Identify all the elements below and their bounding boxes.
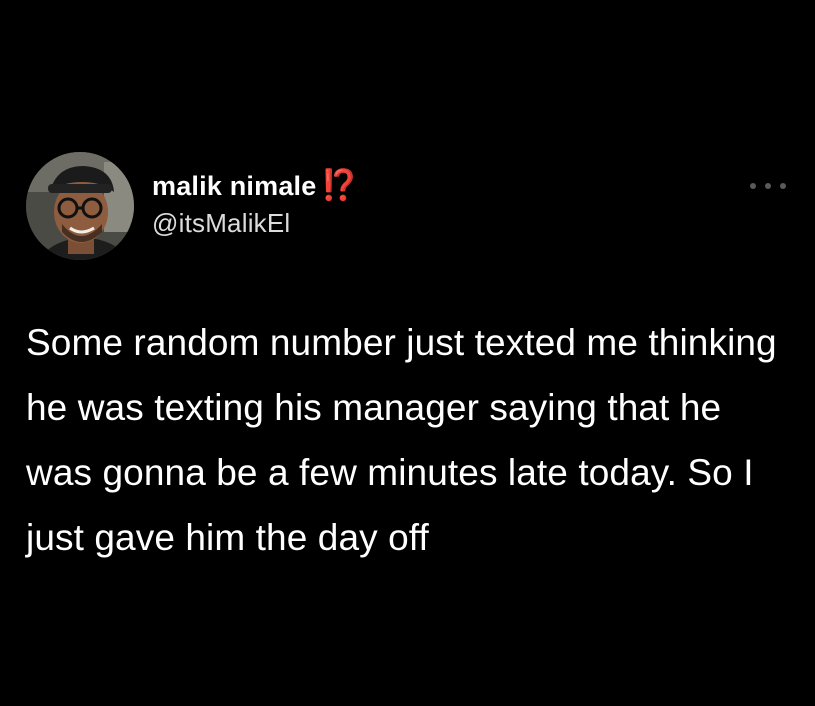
exclamation-question-icon: ⁉️ [320,169,358,202]
user-handle[interactable]: @itsMalikEl [152,208,358,239]
profile-photo-icon [26,152,134,260]
display-name[interactable]: malik nimale [152,171,316,202]
more-options-button[interactable] [750,176,786,196]
tweet-text: Some random number just texted me thinki… [26,322,788,558]
more-horizontal-icon [765,183,771,189]
avatar[interactable] [26,152,134,260]
display-name-row: malik nimale ⁉️ [152,168,358,204]
more-horizontal-icon [780,183,786,189]
more-horizontal-icon [750,183,756,189]
tweet-card: malik nimale ⁉️ @itsMalikEl Some random … [0,0,815,706]
author-info: malik nimale ⁉️ @itsMalikEl [152,168,358,239]
